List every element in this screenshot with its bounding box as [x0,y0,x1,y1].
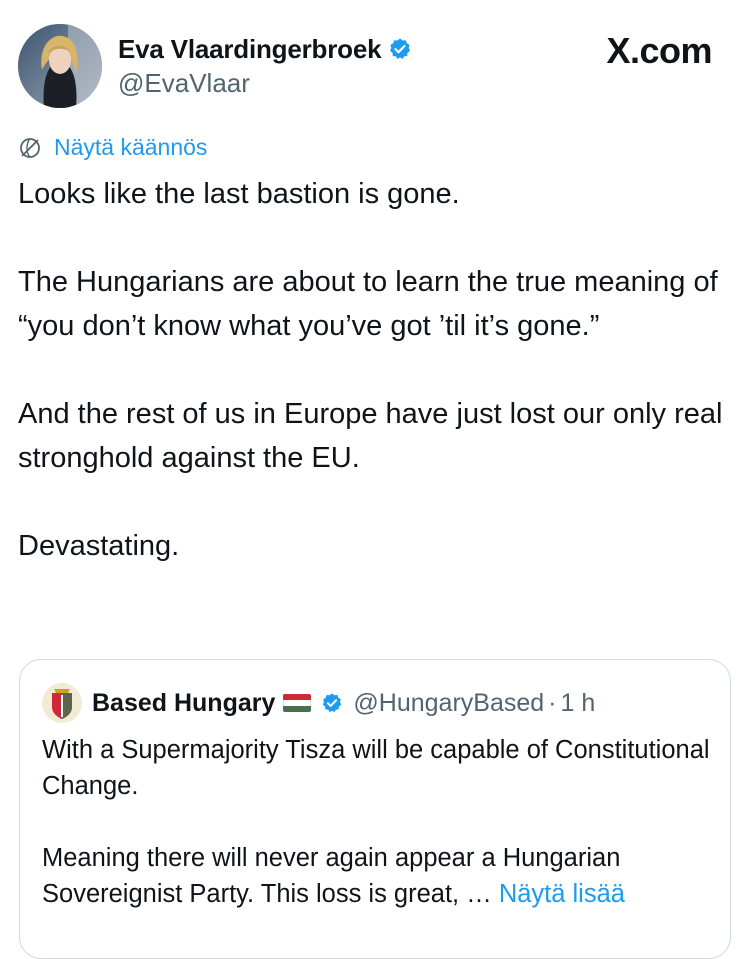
tweet-body: Looks like the last bastion is gone. The… [18,172,738,612]
translate-label: Näytä käännös [54,134,208,160]
quote-handle[interactable]: @HungaryBased [353,689,544,718]
translate-globe-icon [20,137,40,158]
tweet-header: Eva Vlaardingerbroek @EvaVlaar X.com [18,24,732,110]
display-name-row: Eva Vlaardingerbroek [118,32,412,66]
quote-timestamp[interactable]: 1 h [560,689,595,718]
author-display-name[interactable]: Eva Vlaardingerbroek [118,34,382,65]
quote-paragraph-truncated: Meaning there will never again appear a … [42,840,712,912]
show-translation-link[interactable]: Näytä käännös [18,134,207,161]
quoted-tweet-card[interactable]: Based Hungary @HungaryBased · 1 h With a… [19,659,731,959]
x-logo-label: X.com [606,30,712,71]
verified-badge-icon [390,38,411,59]
quote-display-name[interactable]: Based Hungary [92,689,275,718]
quote-header: Based Hungary @HungaryBased · 1 h [42,683,595,723]
quote-body: With a Supermajority Tisza will be capab… [42,732,712,948]
hungary-flag-icon [283,694,312,712]
tweet-paragraph: Devastating. [18,530,180,562]
tweet-paragraph: The Hungarians are about to learn the tr… [18,266,718,342]
tweet-paragraph: And the rest of us in Europe have just l… [18,398,723,474]
author-names: Eva Vlaardingerbroek @EvaVlaar [118,32,412,99]
author-avatar[interactable] [18,24,102,108]
verified-badge-icon [323,693,342,713]
quote-paragraph: With a Supermajority Tisza will be capab… [42,736,710,800]
quote-separator: · [548,688,557,717]
author-handle[interactable]: @EvaVlaar [118,68,412,99]
show-more-link[interactable]: Näytä lisää [499,880,625,908]
quote-author-avatar[interactable] [42,683,82,723]
tweet-paragraph: Looks like the last bastion is gone. [18,178,460,210]
